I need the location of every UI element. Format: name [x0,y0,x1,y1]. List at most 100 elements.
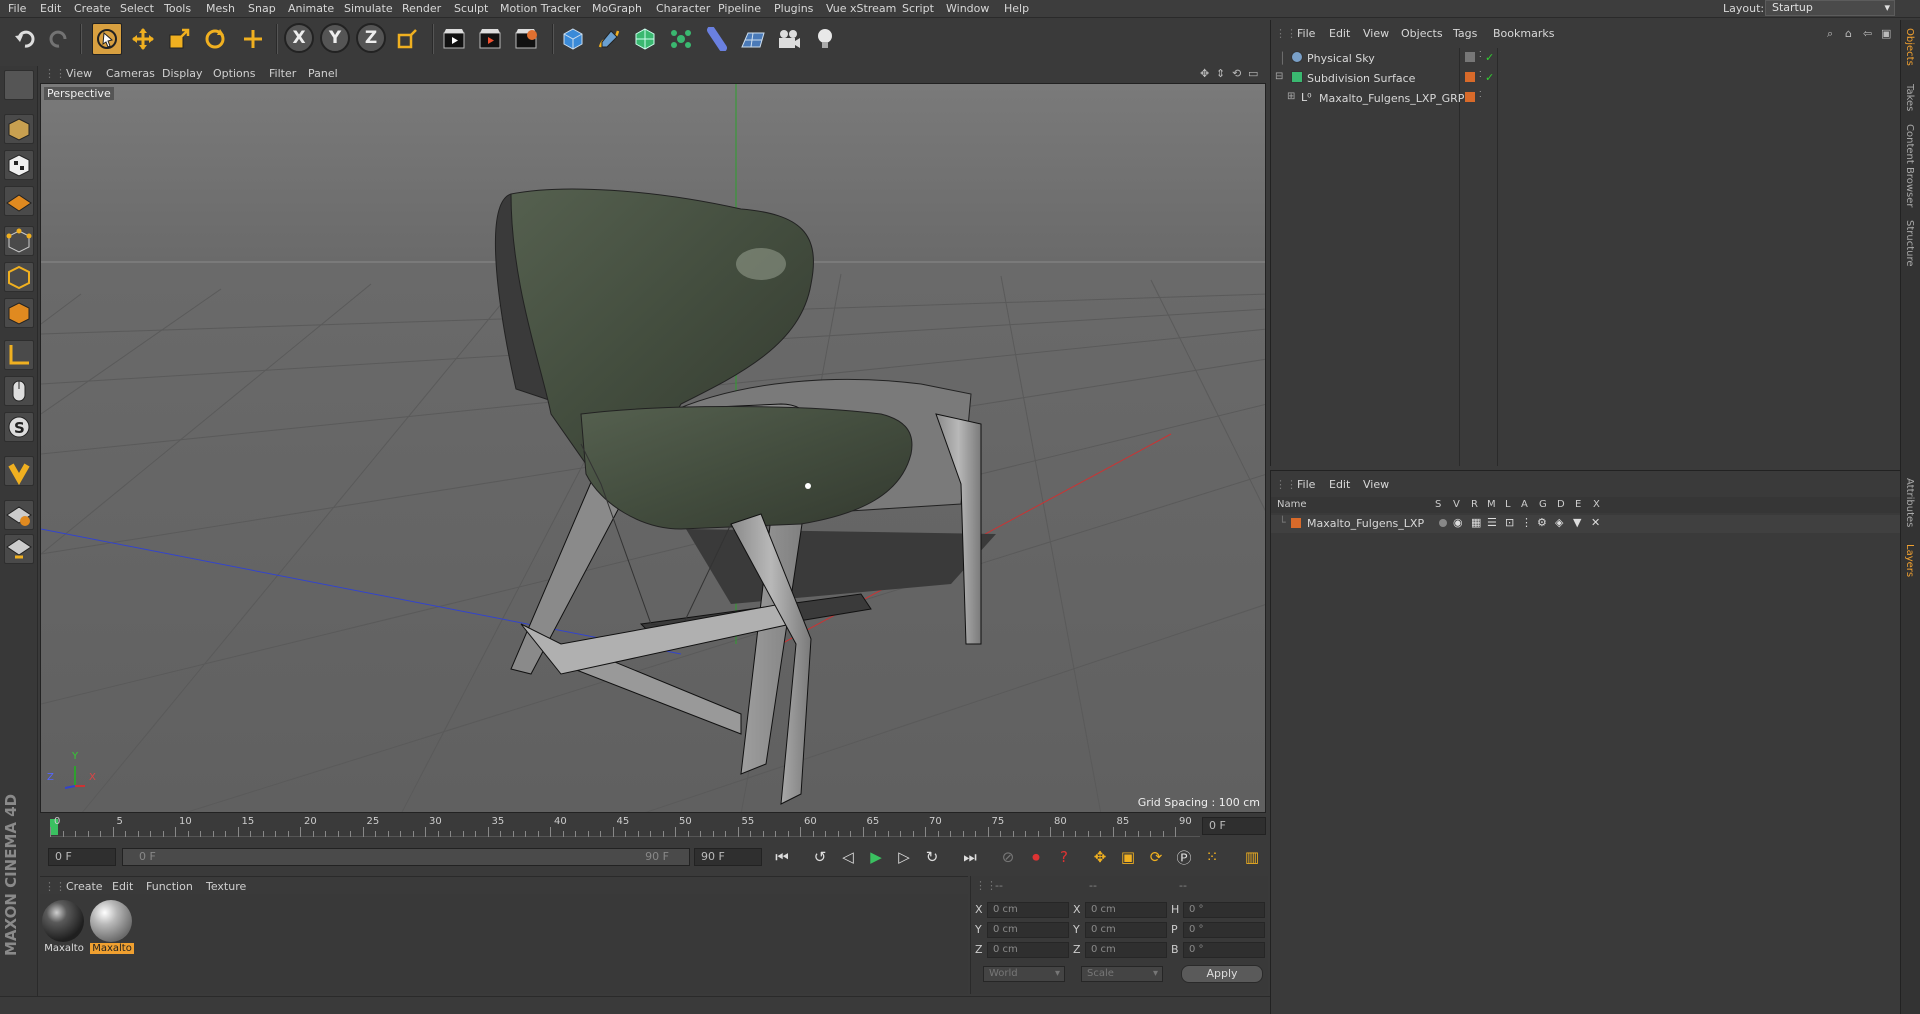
y-axis-lock-icon[interactable]: Y [320,23,350,53]
animation-toggle-icon[interactable]: ⋮ [1521,516,1532,529]
object-row-physical-sky[interactable]: │ Physical Sky ⁚ ✓ [1271,50,1901,68]
object-menu-view[interactable]: View [1363,27,1389,40]
material-swatch-selected[interactable]: Maxalto [90,900,134,958]
menu-file[interactable]: File [8,2,26,15]
expression-toggle-icon[interactable]: ▼ [1573,516,1581,529]
go-to-end-icon[interactable]: ⏭ [958,846,982,868]
viewport-zoom-icon[interactable]: ⇕ [1216,67,1225,80]
menu-mesh[interactable]: Mesh [206,2,235,15]
expand-icon[interactable]: ⊞ [1287,91,1295,102]
enabled-check-icon[interactable]: ✓ [1485,51,1494,64]
visibility-dots-icon[interactable]: ⁚ [1479,70,1482,79]
layer-color-swatch[interactable] [1465,72,1475,82]
viewport-menu-cameras[interactable]: Cameras [106,67,155,80]
undo-icon[interactable] [10,23,40,55]
apply-button[interactable]: Apply [1181,965,1263,983]
layer-col-generators[interactable]: G [1539,499,1547,510]
rot-h-field[interactable]: 0 ° [1183,902,1265,918]
sky-tag-icon[interactable] [1465,52,1475,62]
key-parameter-icon[interactable]: Ⓟ [1172,846,1196,868]
layer-col-manager[interactable]: M [1487,499,1496,510]
rot-p-field[interactable]: 0 ° [1183,922,1265,938]
visibility-dots-icon[interactable]: ⁚ [1479,50,1482,59]
play-icon[interactable]: ▶ [864,846,888,868]
previous-key-icon[interactable]: ↺ [808,846,832,868]
manager-toggle-icon[interactable]: ☰ [1487,516,1497,529]
size-mode-dropdown[interactable]: Scale ▾ [1081,966,1163,982]
material-menu-create[interactable]: Create [66,880,103,893]
menu-render[interactable]: Render [402,2,441,15]
viewport-menu-view[interactable]: View [66,67,92,80]
next-key-icon[interactable]: ↻ [920,846,944,868]
layer-col-xref[interactable]: X [1593,499,1600,510]
lock-icon[interactable]: ⊡ [1505,516,1514,529]
model-mode-icon[interactable] [4,114,34,144]
object-menu-bookmarks[interactable]: Bookmarks [1493,27,1554,40]
menu-vue-xstream[interactable]: Vue xStream [826,2,896,15]
layer-row[interactable]: └ Maxalto_Fulgens_LXP ◉ ▦ ☰ ⊡ ⋮ ⚙ ◈ ▼ ✕ [1271,515,1901,533]
layer-col-deformers[interactable]: D [1557,499,1565,510]
size-y-field[interactable]: 0 cm [1085,922,1167,938]
previous-frame-icon[interactable]: ◁ [836,846,860,868]
texture-mode-icon[interactable] [4,150,34,180]
axis-mode-icon[interactable] [4,340,34,370]
floor-icon[interactable] [738,23,768,55]
menu-character[interactable]: Character [656,2,710,15]
menu-plugins[interactable]: Plugins [774,2,813,15]
layer-color-swatch[interactable] [1291,518,1301,528]
generator-toggle-icon[interactable]: ⚙ [1537,516,1547,529]
z-axis-lock-icon[interactable]: Z [356,23,386,53]
render-toggle-icon[interactable]: ▦ [1471,516,1481,529]
viewport-menu-options[interactable]: Options [213,67,255,80]
menu-mograph[interactable]: MoGraph [592,2,642,15]
layer-color-swatch[interactable] [1465,92,1475,102]
key-scale-icon[interactable]: ▣ [1116,846,1140,868]
record-keys-icon[interactable]: ⊘ [996,846,1020,868]
object-menu-tags[interactable]: Tags [1453,27,1477,40]
workplane-icon[interactable] [4,186,34,216]
object-row-maxalto-group[interactable]: ⊞ L⁰ Maxalto_Fulgens_LXP_GRP ⁚ [1271,90,1901,108]
pen-spline-icon[interactable] [594,23,624,55]
rotate-icon[interactable] [200,23,230,55]
last-tool-icon[interactable] [238,23,268,55]
menu-help[interactable]: Help [1004,2,1029,15]
redo-icon[interactable] [44,23,74,55]
tab-structure[interactable]: Structure [1904,220,1915,267]
new-view-icon[interactable]: ▣ [1881,27,1891,40]
layer-col-solo[interactable]: S [1435,499,1441,510]
autokey-icon[interactable]: ? [1052,846,1076,868]
eye-icon[interactable]: ◉ [1453,516,1463,529]
menu-motion-tracker[interactable]: Motion Tracker [500,2,580,15]
visibility-dots-icon[interactable]: ⁚ [1479,90,1482,99]
current-frame-field[interactable]: 0 F [1202,817,1266,835]
move-icon[interactable] [128,23,158,55]
tab-takes[interactable]: Takes [1904,84,1915,111]
menu-window[interactable]: Window [946,2,989,15]
live-selection-icon[interactable] [92,23,122,55]
xref-toggle-icon[interactable]: ✕ [1591,516,1600,529]
layout-dropdown[interactable]: Startup ▾ [1765,0,1895,16]
points-mode-icon[interactable] [4,226,34,256]
timeline-window-icon[interactable]: ▥ [1240,846,1264,868]
render-view-icon[interactable] [440,23,470,55]
render-picture-viewer-icon[interactable] [476,23,506,55]
viewport-maximize-icon[interactable]: ▭ [1248,67,1258,80]
scale-icon[interactable] [164,23,194,55]
material-menu-edit[interactable]: Edit [112,880,133,893]
layer-col-locked[interactable]: L [1505,499,1511,510]
edges-mode-icon[interactable] [4,262,34,292]
tab-objects[interactable]: Objects [1904,28,1915,66]
menu-script[interactable]: Script [902,2,934,15]
layer-col-name[interactable]: Name [1277,499,1307,510]
layer-col-view[interactable]: V [1453,499,1460,510]
enabled-check-icon[interactable]: ✓ [1485,71,1494,84]
viewport-menu-panel[interactable]: Panel [308,67,338,80]
grid-snap-icon[interactable] [4,534,34,564]
key-rotation-icon[interactable]: ⟳ [1144,846,1168,868]
go-to-start-icon[interactable]: ⏮ [770,846,794,868]
material-menu-texture[interactable]: Texture [206,880,246,893]
pos-z-field[interactable]: 0 cm [987,942,1069,958]
search-icon[interactable]: ⌕ [1827,27,1833,41]
material-swatch[interactable]: Maxalto [42,900,86,958]
size-x-field[interactable]: 0 cm [1085,902,1167,918]
